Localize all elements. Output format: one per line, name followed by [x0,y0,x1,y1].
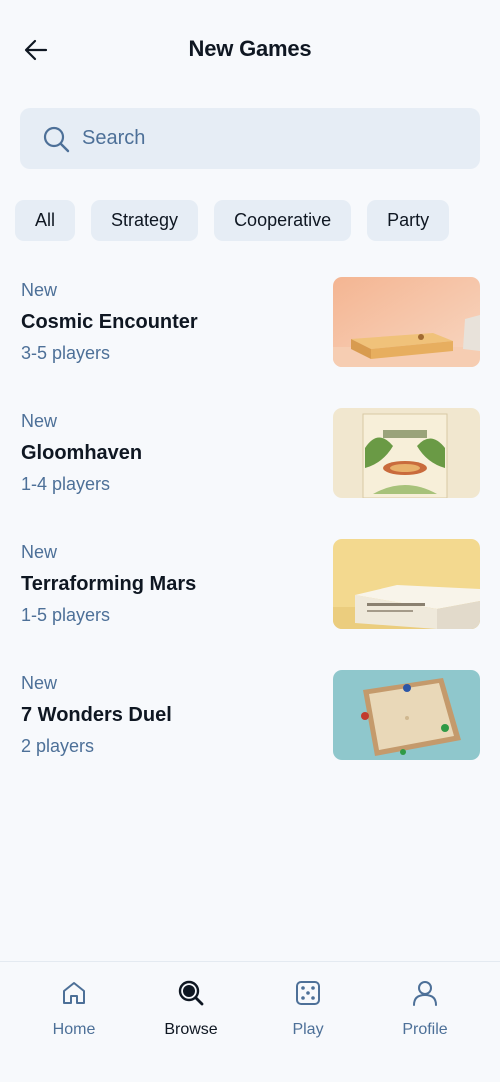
player-count: 1-4 players [21,474,111,494]
filter-chip-party[interactable]: Party [367,200,450,241]
filter-chip-cooperative[interactable]: Cooperative [214,200,352,241]
nav-label: Home [52,1021,96,1038]
game-thumbnail [333,408,480,498]
header: New Games [0,0,500,100]
new-badge: New [21,411,58,431]
new-badge: New [21,542,58,562]
game-list-item[interactable]: New 7 Wonders Duel 2 players [0,669,500,800]
nav-profile[interactable]: Profile [370,978,480,1048]
search-input[interactable] [82,127,442,150]
filter-chip-strategy[interactable]: Strategy [91,200,199,241]
nav-label: Browse [164,1021,218,1038]
page-title: New Games [188,36,312,61]
player-count: 3-5 players [21,343,111,363]
player-count: 1-5 players [21,605,111,625]
game-thumbnail [333,539,480,629]
game-list-item[interactable]: New Terraforming Mars 1-5 players [0,538,500,669]
nav-label: Profile [402,1021,448,1038]
game-title: 7 Wonders Duel [21,704,172,726]
new-badge: New [21,280,58,300]
filter-chips: All Strategy Cooperative Party [15,200,450,241]
game-thumbnail [333,670,480,760]
game-title: Cosmic Encounter [21,311,198,333]
filter-chip-all[interactable]: All [15,200,76,241]
user-icon [410,978,440,1008]
game-list-item[interactable]: New Cosmic Encounter 3-5 players [0,276,500,407]
new-badge: New [21,673,58,693]
game-list-item[interactable]: New Gloomhaven 1-4 players [0,407,500,538]
game-list: New Cosmic Encounter 3-5 players New Glo… [0,276,500,800]
player-count: 2 players [21,736,95,756]
home-icon [59,978,89,1008]
search-icon [42,125,70,153]
bottom-nav: Home Browse Play Profile [0,961,500,1082]
game-thumbnail [333,277,480,367]
search-icon [176,978,206,1008]
game-title: Terraforming Mars [21,573,197,595]
nav-home[interactable]: Home [19,978,129,1048]
nav-label: Play [292,1021,324,1038]
nav-browse[interactable]: Browse [136,978,246,1048]
dice-icon [293,978,323,1008]
search-bar[interactable] [20,108,480,169]
nav-play[interactable]: Play [253,978,363,1048]
game-title: Gloomhaven [21,442,143,464]
